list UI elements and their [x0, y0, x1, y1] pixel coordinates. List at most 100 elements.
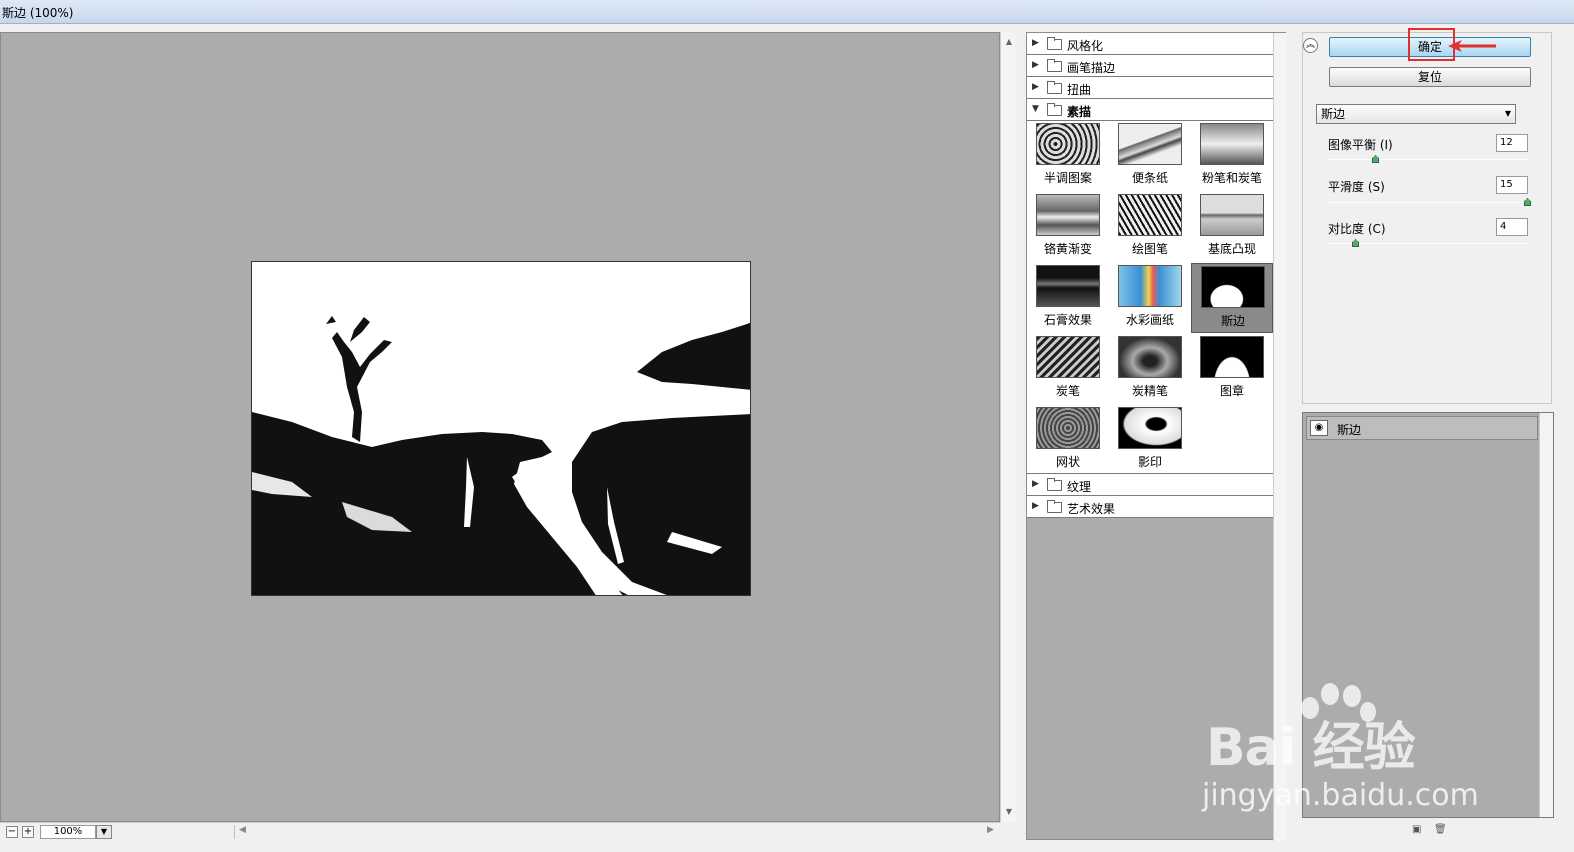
zoom-dropdown-icon[interactable]: ▼ [96, 825, 112, 839]
expand-triangle-icon[interactable]: ▶ [1032, 479, 1039, 489]
filter-name: 炭精笔 [1131, 384, 1168, 398]
effect-layers-panel: ◉ 斯边 [1302, 412, 1554, 818]
filter-preview-image [1201, 266, 1265, 308]
filter-preview-image [1200, 123, 1264, 165]
filter-preview-image [1036, 336, 1100, 378]
filter-name: 便条纸 [1131, 171, 1168, 185]
filter-name: 网状 [1055, 455, 1080, 469]
filter-name: 绘图笔 [1131, 242, 1168, 256]
folder-icon [1047, 59, 1062, 72]
filter-category[interactable]: ▶ 艺术效果 [1027, 496, 1273, 518]
eye-icon[interactable]: ◉ [1310, 420, 1328, 436]
filter-thumbnail[interactable]: 水彩画纸 [1109, 263, 1191, 333]
filter-thumbnail[interactable]: 炭笔 [1027, 334, 1109, 404]
filter-preview-image [1036, 123, 1100, 165]
chevron-down-icon: ▼ [1504, 109, 1511, 118]
filter-thumbnail[interactable]: 绘图笔 [1109, 192, 1191, 262]
param-label: 图像平衡 (I) [1328, 138, 1393, 152]
folder-icon [1047, 81, 1062, 94]
filter-thumbnail[interactable]: 基底凸现 [1191, 192, 1273, 262]
filter-thumbnail[interactable]: 炭精笔 [1109, 334, 1191, 404]
title-bar: 斯边 (100%) [0, 0, 1574, 24]
filter-preview-image [1118, 336, 1182, 378]
category-label: 扭曲 [1067, 83, 1092, 97]
param-input[interactable]: 12 [1496, 134, 1528, 152]
filter-name: 斯边 [1220, 314, 1245, 328]
preview-horizontal-scrollbar[interactable]: ◀ ▶ [234, 825, 998, 839]
annotation-arrow-icon [1448, 40, 1496, 52]
scroll-left-icon[interactable]: ◀ [239, 825, 246, 835]
zoom-out-button[interactable]: − [6, 826, 18, 838]
open-folder-icon [1047, 103, 1062, 116]
new-effect-layer-icon[interactable]: ▣ [1412, 824, 1421, 835]
param-slider[interactable] [1328, 239, 1528, 247]
filter-name: 粉笔和炭笔 [1201, 171, 1262, 185]
param-label: 平滑度 (S) [1328, 180, 1385, 194]
preview-vertical-scrollbar[interactable]: ▲ ▼ [1000, 32, 1016, 822]
folder-icon [1047, 478, 1062, 491]
expand-triangle-icon[interactable]: ▶ [1032, 501, 1039, 511]
filter-preview-image [1118, 194, 1182, 236]
filter-thumbnail[interactable]: 影印 [1109, 405, 1191, 475]
scroll-down-icon[interactable]: ▼ [1001, 804, 1017, 820]
filter-thumbnail[interactable]: 铬黄渐变 [1027, 192, 1109, 262]
param-input[interactable]: 15 [1496, 176, 1528, 194]
zoom-in-button[interactable]: + [22, 826, 34, 838]
filter-thumbnail[interactable]: 半调图案 [1027, 121, 1109, 191]
collapse-panel-icon[interactable]: ︽ [1303, 38, 1318, 53]
layers-scrollbar[interactable] [1539, 413, 1553, 817]
zoom-level-field[interactable]: 100% [40, 825, 96, 839]
folder-icon [1047, 37, 1062, 50]
scroll-right-icon[interactable]: ▶ [987, 825, 994, 835]
filter-thumbnails: 半调图案 便条纸 粉笔和炭笔 铬黄渐变 绘图笔 基底凸现 石膏效果 水彩画纸 斯… [1027, 121, 1273, 474]
folder-icon [1047, 500, 1062, 513]
expand-triangle-icon[interactable]: ▶ [1032, 82, 1039, 92]
filter-thumbnail[interactable]: 网状 [1027, 405, 1109, 475]
category-label: 画笔描边 [1067, 61, 1116, 75]
filter-category-open[interactable]: ▼ 素描 [1027, 99, 1273, 121]
filter-thumbnail[interactable]: 粉笔和炭笔 [1191, 121, 1273, 191]
filter-gallery-panel: ▶ 风格化 ▶ 画笔描边 ▶ 扭曲 ▼ 素描 半调图案 便条纸 粉笔和炭笔 铬黄… [1026, 32, 1287, 841]
filter-name: 炭笔 [1055, 384, 1080, 398]
filter-preview-image [1200, 336, 1264, 378]
category-label: 艺术效果 [1067, 502, 1116, 516]
filter-thumbnail-selected[interactable]: 斯边 [1191, 263, 1273, 333]
filter-category[interactable]: ▶ 画笔描边 [1027, 55, 1273, 77]
filter-preview-image [1036, 407, 1100, 449]
filter-category[interactable]: ▶ 扭曲 [1027, 77, 1273, 99]
filter-preview-image [1036, 194, 1100, 236]
trash-icon[interactable]: 🗑 [1434, 824, 1447, 835]
filter-preview-image [1036, 265, 1100, 307]
filter-select[interactable]: 斯边 ▼ [1316, 104, 1516, 124]
effect-layer-name: 斯边 [1337, 423, 1362, 437]
filter-preview-image [1118, 123, 1182, 165]
expand-triangle-icon[interactable]: ▶ [1032, 38, 1039, 48]
param-label: 对比度 (C) [1328, 222, 1386, 236]
param-input[interactable]: 4 [1496, 218, 1528, 236]
preview-bottom-bar: − + 100% ▼ ◀ ▶ [0, 822, 1000, 840]
preview-canvas[interactable] [0, 32, 1000, 822]
reset-button[interactable]: 复位 [1329, 67, 1531, 87]
filter-name: 水彩画纸 [1125, 313, 1174, 327]
param-slider[interactable] [1328, 198, 1531, 206]
filter-thumbnail[interactable]: 便条纸 [1109, 121, 1191, 191]
filter-name: 铬黄渐变 [1043, 242, 1092, 256]
window-title: 斯边 (100%) [2, 6, 74, 20]
filter-preview-image [1200, 194, 1264, 236]
filter-name: 基底凸现 [1207, 242, 1256, 256]
filter-category[interactable]: ▶ 纹理 [1027, 474, 1273, 496]
category-label: 纹理 [1067, 480, 1092, 494]
collapse-triangle-icon[interactable]: ▼ [1032, 104, 1039, 114]
filter-category[interactable]: ▶ 风格化 [1027, 33, 1273, 55]
filter-name: 石膏效果 [1043, 313, 1092, 327]
effect-layer-row[interactable]: ◉ 斯边 [1306, 416, 1538, 440]
filter-list-scrollbar[interactable] [1273, 33, 1287, 841]
expand-triangle-icon[interactable]: ▶ [1032, 60, 1039, 70]
filter-thumbnail[interactable]: 图章 [1191, 334, 1273, 404]
param-slider[interactable] [1328, 155, 1528, 163]
filter-list: ▶ 风格化 ▶ 画笔描边 ▶ 扭曲 ▼ 素描 半调图案 便条纸 粉笔和炭笔 铬黄… [1027, 33, 1273, 518]
filter-name: 图章 [1219, 384, 1244, 398]
scroll-up-icon[interactable]: ▲ [1001, 34, 1017, 50]
filter-thumbnail[interactable]: 石膏效果 [1027, 263, 1109, 333]
preview-image [251, 261, 751, 596]
